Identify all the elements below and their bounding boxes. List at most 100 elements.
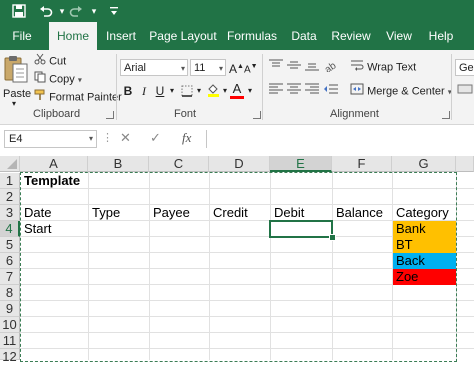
clipboard-group-label: Clipboard [33, 108, 81, 120]
cell-g7[interactable]: Zoe [393, 269, 456, 285]
row-header[interactable]: 12 [0, 349, 20, 364]
tab-page-layout[interactable]: Page Layout [146, 22, 220, 50]
shrink-font-button[interactable]: A▼ [244, 58, 258, 76]
row-header[interactable]: 1 [0, 173, 20, 189]
font-launcher-icon[interactable] [253, 111, 261, 119]
row-header[interactable]: 7 [0, 269, 20, 285]
font-color-swatch [230, 96, 244, 99]
font-color-button[interactable]: A [230, 80, 244, 99]
fill-color-dropdown-icon[interactable]: ▾ [221, 82, 229, 100]
font-name-select[interactable]: Arial ▾ [120, 59, 188, 76]
middle-align-icon[interactable] [286, 58, 302, 72]
orientation-icon[interactable]: ab [323, 58, 341, 72]
gridline [20, 188, 474, 189]
redo-dropdown-icon[interactable]: ▾ [89, 2, 99, 20]
cell-g3[interactable]: Category [393, 205, 449, 221]
column-header[interactable]: A [20, 156, 88, 172]
cell-g5[interactable]: BT [393, 237, 456, 253]
row-header[interactable]: 2 [0, 189, 20, 205]
font-size-select[interactable]: 11 ▾ [190, 59, 226, 76]
save-icon[interactable] [10, 2, 28, 20]
cell-g6[interactable]: Back [393, 253, 456, 269]
cell-a4[interactable]: Start [21, 221, 51, 237]
cancel-icon[interactable]: ✕ [120, 130, 131, 146]
alignment-group-label: Alignment [330, 108, 379, 120]
top-align-icon[interactable] [268, 58, 284, 72]
row-header[interactable]: 5 [0, 237, 20, 253]
bottom-align-icon[interactable] [304, 58, 320, 72]
row-header[interactable]: 10 [0, 317, 20, 333]
row-header[interactable]: 3 [0, 205, 20, 221]
font-color-dropdown-icon[interactable]: ▾ [246, 82, 254, 100]
row-header[interactable]: 9 [0, 301, 20, 317]
cell-b3[interactable]: Type [89, 205, 120, 221]
chevron-down-icon: ▾ [218, 64, 223, 73]
active-cell-e4[interactable] [269, 220, 333, 238]
cell-a3[interactable]: Date [21, 205, 51, 221]
clipboard-launcher-icon[interactable] [106, 111, 114, 119]
paste-label: Paste [3, 88, 32, 100]
paint-bucket-icon [207, 83, 220, 102]
currency-format-icon[interactable] [456, 82, 474, 100]
name-box[interactable]: E4 ▾ [4, 130, 97, 148]
cell-f3[interactable]: Balance [333, 205, 383, 221]
fill-handle[interactable] [329, 234, 336, 241]
paste-button[interactable]: Paste ▾ [2, 52, 32, 108]
row-header[interactable]: 6 [0, 253, 20, 269]
tab-view[interactable]: View [380, 22, 418, 50]
column-header[interactable]: E [270, 156, 332, 172]
underline-dropdown-icon[interactable]: ▾ [168, 82, 176, 100]
row-header[interactable]: 11 [0, 333, 20, 349]
fill-color-button[interactable] [206, 83, 220, 101]
tab-file[interactable]: File [0, 22, 44, 50]
column-header[interactable]: B [88, 156, 149, 172]
formula-input[interactable] [206, 130, 474, 148]
tab-data[interactable]: Data [285, 22, 323, 50]
undo-icon[interactable] [36, 2, 56, 20]
borders-dropdown-icon[interactable]: ▾ [195, 82, 203, 100]
number-format-select[interactable]: Gen [455, 59, 474, 76]
insert-function-icon[interactable]: fx [182, 130, 191, 146]
wrap-text-button[interactable]: Wrap Text [350, 59, 416, 76]
align-left-icon[interactable] [268, 82, 284, 96]
formula-bar-grip-icon: ⋮ [102, 132, 113, 144]
tab-help[interactable]: Help [423, 22, 459, 50]
column-header[interactable] [456, 156, 474, 172]
customize-toolbar-icon[interactable] [107, 2, 121, 20]
select-all-corner[interactable] [0, 156, 20, 172]
borders-button[interactable] [180, 83, 194, 101]
row-header[interactable]: 4 [0, 221, 20, 237]
cell-c3[interactable]: Payee [150, 205, 190, 221]
format-painter-button[interactable]: Format Painter [34, 89, 122, 106]
column-header[interactable]: G [392, 156, 456, 172]
grow-font-button[interactable]: A▲ [229, 58, 244, 76]
tab-review[interactable]: Review [328, 22, 374, 50]
ribbon-tabs: File Home Insert Page Layout Formulas Da… [0, 22, 474, 51]
copy-button[interactable]: Copy ▾ [34, 71, 82, 88]
column-header[interactable]: D [209, 156, 270, 172]
enter-icon[interactable]: ✓ [150, 130, 161, 146]
row-header[interactable]: 8 [0, 285, 20, 301]
align-center-icon[interactable] [286, 82, 302, 96]
merge-center-button[interactable]: Merge & Center ▾ [350, 83, 452, 100]
italic-button[interactable]: I [138, 82, 150, 100]
tab-home[interactable]: Home [49, 22, 97, 51]
column-header[interactable]: C [149, 156, 209, 172]
decrease-indent-icon[interactable] [323, 82, 339, 96]
cut-button[interactable]: Cut [34, 53, 66, 70]
grow-font-icon: A [229, 62, 238, 76]
column-header[interactable]: F [332, 156, 392, 172]
cell-d3[interactable]: Credit [210, 205, 248, 221]
underline-button[interactable]: U [154, 82, 166, 100]
cell-a1[interactable]: Template [21, 173, 80, 189]
gridline [20, 300, 474, 301]
redo-icon[interactable] [66, 2, 86, 20]
tab-formulas[interactable]: Formulas [224, 22, 280, 50]
align-right-icon[interactable] [304, 82, 320, 96]
bold-button[interactable]: B [122, 82, 134, 100]
font-size-value: 11 [194, 62, 206, 74]
cell-e3[interactable]: Debit [271, 205, 304, 221]
cell-g4[interactable]: Bank [393, 221, 456, 237]
alignment-launcher-icon[interactable] [442, 111, 450, 119]
tab-insert[interactable]: Insert [101, 22, 141, 50]
